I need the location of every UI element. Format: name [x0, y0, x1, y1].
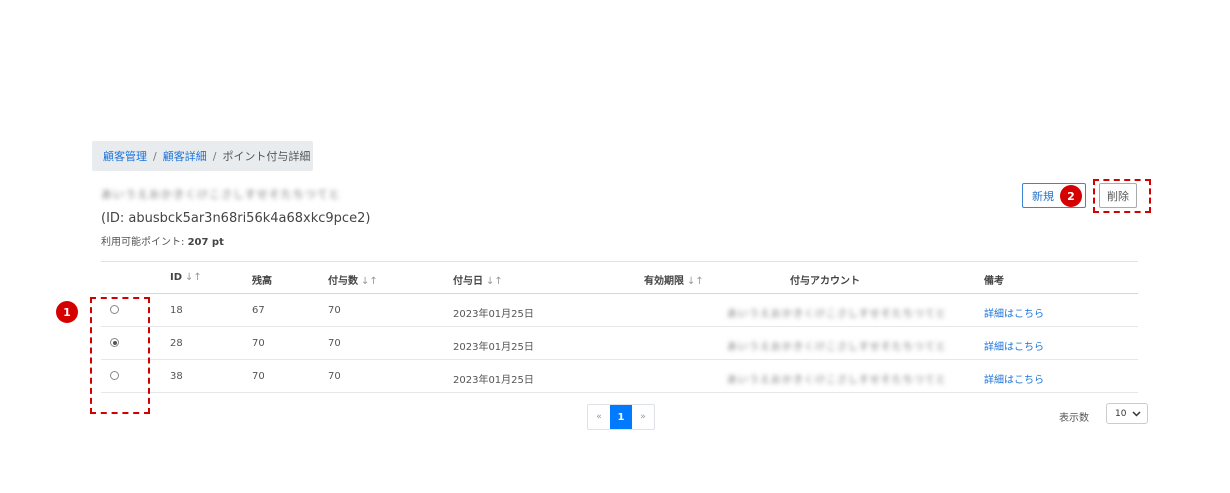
breadcrumb-current: ポイント付与詳細 — [222, 150, 311, 163]
cell-id: 18 — [170, 305, 183, 316]
cell-date: 2023年01月25日 — [453, 375, 534, 386]
cell-id: 38 — [170, 371, 183, 382]
cell-balance: 70 — [252, 371, 265, 382]
breadcrumb-customer-detail[interactable]: 顧客詳細 — [163, 148, 207, 164]
cell-account-blurred: あいうえおかきくけこさしすせそたちつてと — [727, 375, 947, 386]
table-row: 18 67 70 2023年01月25日 あいうえおかきくけこさしすせそたちつて… — [101, 294, 1138, 327]
column-header-expiry[interactable]: 有効期限 ↓↑ — [644, 272, 704, 287]
cell-balance: 70 — [252, 338, 265, 349]
column-header-granted-label: 付与数 — [328, 276, 358, 287]
column-header-id-label: ID — [170, 272, 183, 283]
sort-icon[interactable]: ↓↑ — [687, 276, 704, 287]
column-header-date[interactable]: 付与日 ↓↑ — [453, 272, 503, 287]
cell-granted: 70 — [328, 371, 341, 382]
column-header-expiry-label: 有効期限 — [644, 276, 684, 287]
breadcrumb: 顧客管理 / 顧客詳細 / ポイント付与詳細 — [92, 141, 313, 171]
cell-granted: 70 — [328, 338, 341, 349]
sort-icon[interactable]: ↓↑ — [185, 272, 202, 283]
customer-name: あいうえおかきくけこさしすせそたちつてと — [101, 186, 341, 202]
detail-link[interactable]: 詳細はこちら — [984, 338, 1044, 353]
column-header-note: 備考 — [984, 276, 1004, 287]
pagination-page-button[interactable]: 1 — [610, 405, 632, 429]
column-header-balance: 残高 — [252, 276, 272, 287]
points-value: 207 pt — [187, 237, 224, 248]
detail-link[interactable]: 詳細はこちら — [984, 371, 1044, 386]
sort-icon[interactable]: ↓↑ — [361, 276, 378, 287]
table-row: 38 70 70 2023年01月25日 あいうえおかきくけこさしすせそたちつて… — [101, 360, 1138, 393]
cell-balance: 67 — [252, 305, 265, 316]
customer-id: (ID: abusbck5ar3n68ri56k4a68xkc9pce2) — [101, 211, 371, 226]
points-label: 利用可能ポイント: — [101, 237, 185, 248]
column-header-granted[interactable]: 付与数 ↓↑ — [328, 272, 378, 287]
breadcrumb-customer-management[interactable]: 顧客管理 — [103, 148, 147, 164]
delete-button-highlight — [1093, 179, 1151, 213]
pagination: « 1 » — [587, 404, 655, 430]
pagination-next-button[interactable]: » — [632, 405, 654, 429]
column-header-id[interactable]: ID ↓↑ — [170, 272, 202, 283]
cell-date: 2023年01月25日 — [453, 342, 534, 353]
cell-id: 28 — [170, 338, 183, 349]
chevron-down-icon — [1132, 410, 1141, 417]
cell-date: 2023年01月25日 — [453, 309, 534, 320]
annotation-badge-2: 2 — [1060, 185, 1082, 207]
breadcrumb-separator: / — [212, 149, 217, 163]
annotation-badge-1: 1 — [56, 301, 78, 323]
radio-column-highlight — [90, 297, 150, 414]
pagination-prev-button[interactable]: « — [588, 405, 610, 429]
cell-granted: 70 — [328, 305, 341, 316]
available-points: 利用可能ポイント: 207 pt — [101, 233, 224, 248]
table-header: ID ↓↑ 残高 付与数 ↓↑ 付与日 ↓↑ 有効期限 ↓↑ 付与アカウント 備考 — [101, 262, 1138, 294]
cell-account-blurred: あいうえおかきくけこさしすせそたちつてと — [727, 309, 947, 320]
per-page-select[interactable]: 10 — [1106, 403, 1148, 424]
cell-account-blurred: あいうえおかきくけこさしすせそたちつてと — [727, 342, 947, 353]
breadcrumb-separator: / — [153, 149, 157, 163]
table-row: 28 70 70 2023年01月25日 あいうえおかきくけこさしすせそたちつて… — [101, 327, 1138, 360]
column-header-date-label: 付与日 — [453, 276, 483, 287]
column-header-account: 付与アカウント — [790, 276, 860, 287]
customer-name-blurred: あいうえおかきくけこさしすせそたちつてと — [101, 188, 341, 201]
sort-icon[interactable]: ↓↑ — [486, 276, 503, 287]
detail-link[interactable]: 詳細はこちら — [984, 305, 1044, 320]
per-page-label: 表示数 — [1059, 413, 1089, 424]
per-page-value: 10 — [1115, 408, 1127, 419]
